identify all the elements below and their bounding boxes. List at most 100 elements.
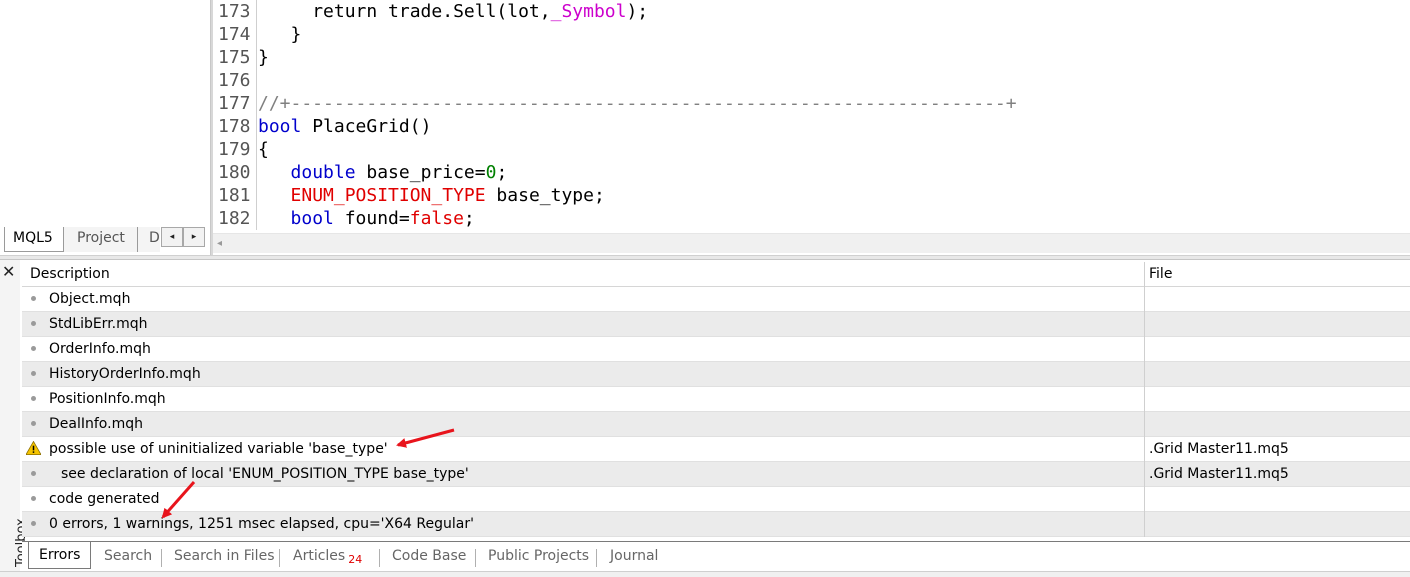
tab-scroll-left-icon[interactable]: ◂ — [161, 227, 183, 247]
code-line[interactable]: 175} — [213, 46, 269, 69]
table-row[interactable]: HistoryOrderInfo.mqh — [22, 362, 1410, 387]
code-token: false — [409, 208, 464, 229]
info-bullet-icon — [31, 371, 36, 376]
tab-label: Search — [104, 548, 153, 564]
tab-separator — [475, 549, 476, 567]
row-description: StdLibErr.mqh — [49, 316, 148, 332]
row-description: OrderInfo.mqh — [49, 341, 151, 357]
tab-separator — [596, 549, 597, 567]
code-line[interactable]: 176 — [213, 69, 258, 92]
tab-label: Errors — [39, 547, 81, 563]
info-bullet-icon — [31, 321, 36, 326]
code-line[interactable]: 181 ENUM_POSITION_TYPE base_type; — [213, 184, 605, 207]
row-file — [1144, 412, 1410, 437]
editor-horizontal-scrollbar[interactable]: ◂ — [213, 233, 1410, 253]
tab-label: Search in Files — [174, 548, 275, 564]
info-bullet-icon — [31, 396, 36, 401]
toolbox-sidebar: ✕ Toolbox — [0, 260, 29, 577]
column-header-description[interactable]: Description — [30, 262, 110, 286]
tab-public-projects[interactable]: Public Projects — [488, 545, 589, 570]
code-token: 0 — [485, 162, 497, 183]
code-token: bool — [258, 116, 302, 137]
code-line[interactable]: 179{ — [213, 138, 269, 161]
info-bullet-icon — [31, 496, 36, 501]
code-token: ; — [463, 208, 475, 229]
code-token: base_price= — [355, 162, 486, 183]
tab-project[interactable]: Project — [64, 227, 138, 252]
line-number: 176 — [213, 69, 257, 92]
code-token: ); — [626, 1, 649, 22]
code-line[interactable]: 178 bool PlaceGrid() — [213, 115, 431, 138]
row-description: possible use of uninitialized variable '… — [49, 441, 388, 457]
line-number: 178 — [213, 115, 257, 138]
info-bullet-icon — [31, 471, 36, 476]
row-file — [1144, 487, 1410, 512]
code-line[interactable]: 180 double base_price=0; — [213, 161, 507, 184]
tab-code-base[interactable]: Code Base — [392, 545, 466, 570]
code-token: PlaceGrid() — [301, 116, 432, 137]
tab-mql5[interactable]: MQL5 — [4, 227, 64, 252]
line-number: 182 — [213, 207, 257, 230]
count-badge: 24 — [348, 553, 363, 566]
code-token: ; — [496, 162, 508, 183]
table-row[interactable]: possible use of uninitialized variable '… — [22, 437, 1410, 462]
code-editor[interactable]: 173 return trade.Sell(lot,_Symbol); 174 }… — [213, 0, 1410, 233]
code-token: ENUM_POSITION_TYPE — [290, 185, 486, 206]
scroll-left-arrow-icon[interactable]: ◂ — [217, 238, 222, 249]
row-file — [1144, 512, 1410, 537]
row-file: .Grid Master11.mq5 — [1144, 462, 1410, 487]
table-row[interactable]: OrderInfo.mqh — [22, 337, 1410, 362]
info-bullet-icon — [31, 521, 36, 526]
column-header-file[interactable]: File — [1144, 262, 1410, 287]
line-number: 179 — [213, 138, 257, 161]
table-row[interactable]: DealInfo.mqh — [22, 412, 1410, 437]
table-row[interactable]: code generated — [22, 487, 1410, 512]
row-file: .Grid Master11.mq5 — [1144, 437, 1410, 462]
tab-search[interactable]: Search — [104, 545, 152, 570]
close-icon[interactable]: ✕ — [2, 264, 15, 280]
code-token: _Symbol — [550, 1, 627, 22]
row-description: HistoryOrderInfo.mqh — [49, 366, 201, 382]
tab-label: Journal — [610, 548, 659, 564]
code-line[interactable]: 174 } — [213, 23, 301, 46]
tab-errors[interactable]: Errors — [28, 542, 92, 569]
navigator-panel: MQL5 Project D ◂ ▸ — [0, 0, 210, 258]
row-file — [1144, 387, 1410, 412]
tab-articles[interactable]: Articles 24 — [293, 545, 362, 570]
code-token: //+-------------------------------------… — [258, 93, 1017, 114]
toolbox-panel: ✕ Toolbox Description File Object.mqh Std… — [0, 260, 1410, 577]
table-row[interactable]: PositionInfo.mqh — [22, 387, 1410, 412]
table-row[interactable]: 0 errors, 1 warnings, 1251 msec elapsed,… — [22, 512, 1410, 537]
line-number: 175 — [213, 46, 257, 69]
tab-label: Code Base — [392, 548, 467, 564]
code-token: double — [290, 162, 356, 183]
line-number: 180 — [213, 161, 257, 184]
row-file — [1144, 337, 1410, 362]
row-file — [1144, 287, 1410, 312]
tab-journal[interactable]: Journal — [610, 545, 658, 570]
table-row[interactable]: Object.mqh — [22, 287, 1410, 312]
table-row[interactable]: see declaration of local 'ENUM_POSITION_… — [22, 462, 1410, 487]
code-token: return trade.Sell(lot, — [312, 1, 551, 22]
code-token: } — [258, 47, 269, 68]
tab-scroll-right-icon[interactable]: ▸ — [183, 227, 205, 247]
line-number: 181 — [213, 184, 257, 207]
code-line[interactable]: 177//+----------------------------------… — [213, 92, 1017, 115]
code-token: found= — [333, 208, 410, 229]
table-header: Description File — [22, 262, 1410, 287]
row-description: code generated — [49, 491, 160, 507]
table-row[interactable]: StdLibErr.mqh — [22, 312, 1410, 337]
row-description: DealInfo.mqh — [49, 416, 143, 432]
tab-database[interactable]: D — [138, 227, 160, 252]
code-line[interactable]: 173 return trade.Sell(lot,_Symbol); — [213, 0, 648, 23]
tab-search-in-files[interactable]: Search in Files — [174, 545, 274, 570]
tab-separator — [161, 549, 162, 567]
line-number: 173 — [213, 0, 257, 23]
code-line[interactable]: 182 bool found=false; — [213, 207, 475, 230]
code-token: base_type; — [485, 185, 605, 206]
